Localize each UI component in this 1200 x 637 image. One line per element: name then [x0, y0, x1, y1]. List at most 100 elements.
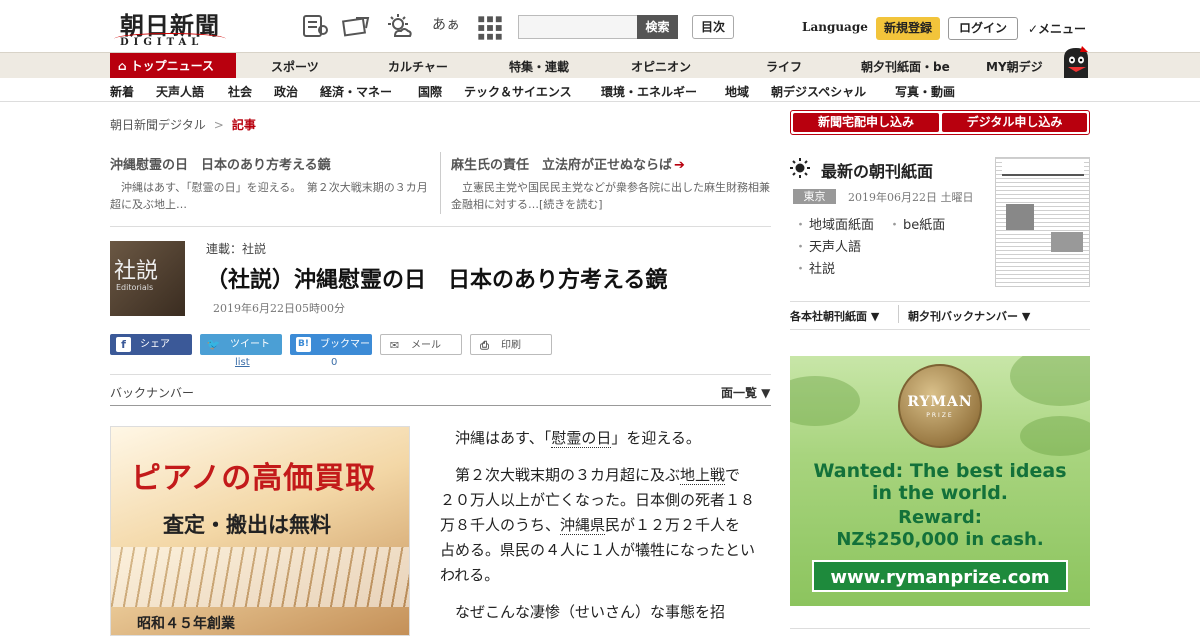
site-header: 朝日新聞 DIGITAL あぁ 検索 目次 Language 新規登録 ログイン…	[0, 0, 1200, 52]
related-summary: 立憲民主党や国民民主党などが衆参各院に出した麻生財務相兼金融相に対する…[続きを…	[451, 181, 770, 211]
ad-line: NZ$250,000 in cash.	[836, 529, 1044, 550]
facebook-share-label: シェア	[140, 339, 170, 350]
nav-society[interactable]: 社会	[228, 83, 252, 100]
series-label[interactable]: 連載：社説	[206, 240, 266, 257]
facebook-icon: f	[116, 337, 131, 352]
nav-top-news[interactable]: ⌂ トップニュース	[110, 53, 236, 79]
leaf-decoration	[1010, 356, 1090, 406]
nav-sports[interactable]: スポーツ	[271, 58, 319, 75]
twitter-share-button[interactable]: 🐦 ツイート	[200, 334, 282, 355]
mail-icon: ✉	[389, 339, 400, 352]
hatena-count: 0	[331, 357, 338, 368]
breadcrumb-root[interactable]: 朝日新聞デジタル	[110, 118, 206, 132]
piano-ad-subtitle: 査定・搬出は無料	[163, 512, 331, 537]
nav-paper[interactable]: 朝夕刊紙面・be	[861, 58, 950, 75]
ad-line: Reward:	[898, 507, 982, 528]
asahi-logo[interactable]: 朝日新聞 DIGITAL	[110, 6, 230, 48]
nav-special[interactable]: 朝デジスペシャル	[771, 83, 866, 100]
nav-photo[interactable]: 写真・動画	[895, 83, 955, 100]
keyword-link[interactable]: 沖縄県	[560, 516, 606, 535]
divider	[110, 226, 771, 227]
related-article-2[interactable]: 麻生氏の責任 立法府が正せぬならば ➔ 立憲民主党や国民民主党などが衆参各院に出し…	[451, 154, 771, 213]
nav-top-news-label: トップニュース	[130, 59, 214, 73]
nav-life[interactable]: ライフ	[766, 58, 802, 75]
backnumber-label: バックナンバー	[110, 386, 195, 400]
ryman-medal: RYMAN PRIZE	[898, 364, 982, 448]
link-tensei[interactable]: 天声人語	[794, 236, 861, 255]
ad-url[interactable]: www.rymanprize.com	[812, 560, 1068, 592]
related-article-1[interactable]: 沖縄慰霊の日 日本のあり方考える鏡 沖縄はあす、「慰霊の日」を迎える。 第２次大…	[110, 154, 430, 213]
article-date: 2019年6月22日05時00分	[213, 302, 345, 315]
login-button[interactable]: ログイン	[948, 17, 1018, 40]
contents-button[interactable]: 目次	[692, 15, 734, 39]
link-editorial[interactable]: 社説	[794, 258, 835, 277]
text: 」を迎える。	[611, 429, 701, 447]
hatena-bookmark-button[interactable]: B! ブックマーク	[290, 334, 372, 371]
sun-icon	[790, 158, 810, 178]
arrow-right-icon: ➔	[674, 158, 685, 173]
branch-paper-dropdown[interactable]: 各本社朝刊紙面 ▼	[790, 308, 879, 324]
nav-environment[interactable]: 環境・エネルギー	[601, 83, 697, 100]
ryman-prize-ad[interactable]: RYMAN PRIZE Wanted: The best ideas in the…	[790, 356, 1090, 606]
twitter-share-label: ツイート	[230, 339, 270, 350]
thumbnail-photo	[1006, 204, 1034, 230]
piano-ad[interactable]: ピアノの高価買取 査定・搬出は無料 昭和４５年創業	[110, 426, 410, 636]
nav-international[interactable]: 国際	[418, 83, 442, 100]
keyword-link[interactable]: 慰霊の日	[551, 429, 612, 448]
mail-label: メール	[411, 340, 441, 351]
ticket-icon[interactable]	[342, 12, 370, 40]
font-size-toggle[interactable]: あぁ	[432, 14, 460, 34]
nav-tensei[interactable]: 天声人語	[156, 83, 204, 100]
link-regional-paper[interactable]: 地域面紙面	[794, 214, 874, 233]
related-headline-row[interactable]: 麻生氏の責任 立法府が正せぬならば ➔	[451, 154, 771, 173]
nav-tech[interactable]: テック＆サイエンス	[464, 83, 572, 100]
ad-reward: Reward: NZ$250,000 in cash.	[790, 507, 1090, 551]
divider	[790, 628, 1090, 629]
print-button[interactable]: ⎙ 印刷	[470, 334, 552, 355]
article-body: 沖縄はあす、「慰霊の日」を迎える。 第２次大戦末期の３カ月超に及ぶ地上戦で２０万…	[440, 426, 755, 637]
subscribe-digital-button[interactable]: デジタル申し込み	[942, 113, 1087, 132]
grid-menu-icon[interactable]	[476, 14, 504, 42]
mail-button[interactable]: ✉ メール	[380, 334, 462, 355]
hatena-label: ブックマーク	[320, 339, 370, 371]
subscribe-home-button[interactable]: 新聞宅配申し込み	[793, 113, 939, 132]
region-badge: 東京	[793, 189, 836, 204]
keyword-link[interactable]: 地上戦	[680, 466, 726, 485]
nav-economy[interactable]: 経済・マネー	[320, 83, 392, 100]
newest-paper-title: 最新の朝刊紙面	[821, 162, 934, 181]
facebook-share-button[interactable]: f シェア	[110, 334, 192, 355]
menu-button[interactable]: ✓メニュー	[1028, 20, 1086, 37]
divider	[898, 305, 899, 323]
search-input[interactable]	[518, 15, 637, 39]
link-be-paper[interactable]: be紙面	[888, 214, 945, 233]
ad-headline: Wanted: The best ideas in the world.	[790, 460, 1090, 504]
leaf-decoration	[1020, 416, 1090, 456]
related-divider	[440, 152, 441, 214]
page-list-dropdown[interactable]: 面一覧 ▼	[721, 384, 770, 401]
nav-politics[interactable]: 政治	[274, 83, 298, 100]
mascot-icon[interactable]	[1058, 44, 1094, 80]
language-link[interactable]: Language	[802, 20, 868, 34]
thumbnail-masthead	[1002, 162, 1084, 176]
nav-opinion[interactable]: オピニオン	[631, 58, 691, 75]
newspaper-icon[interactable]	[301, 12, 329, 40]
divider	[110, 405, 771, 406]
ad-line: in the world.	[871, 482, 1009, 504]
nav-latest[interactable]: 新着	[110, 83, 134, 100]
register-button[interactable]: 新規登録	[876, 17, 940, 40]
print-icon: ⎙	[480, 339, 489, 352]
twitter-count[interactable]: list	[235, 357, 250, 368]
weather-icon[interactable]	[385, 12, 413, 40]
nav-my-asadigi[interactable]: MY朝デジ	[986, 58, 1043, 75]
related-summary: 沖縄はあす、「慰霊の日」を迎える。 第２次大戦末期の３カ月超に及ぶ地上…	[110, 181, 428, 211]
backnumber-dropdown[interactable]: 朝夕刊バックナンバー ▼	[908, 308, 1030, 324]
nav-region[interactable]: 地域	[725, 83, 749, 100]
related-headline[interactable]: 沖縄慰霊の日 日本のあり方考える鏡	[110, 154, 430, 173]
newspaper-thumbnail[interactable]	[995, 157, 1090, 287]
ad-line: Wanted: The best ideas	[813, 460, 1067, 482]
thumbnail-photo	[1051, 232, 1083, 252]
search-button[interactable]: 検索	[637, 15, 678, 39]
related-headline[interactable]: 麻生氏の責任 立法府が正せぬならば	[451, 158, 672, 173]
nav-features[interactable]: 特集・連載	[509, 58, 569, 75]
nav-culture[interactable]: カルチャー	[388, 58, 448, 75]
